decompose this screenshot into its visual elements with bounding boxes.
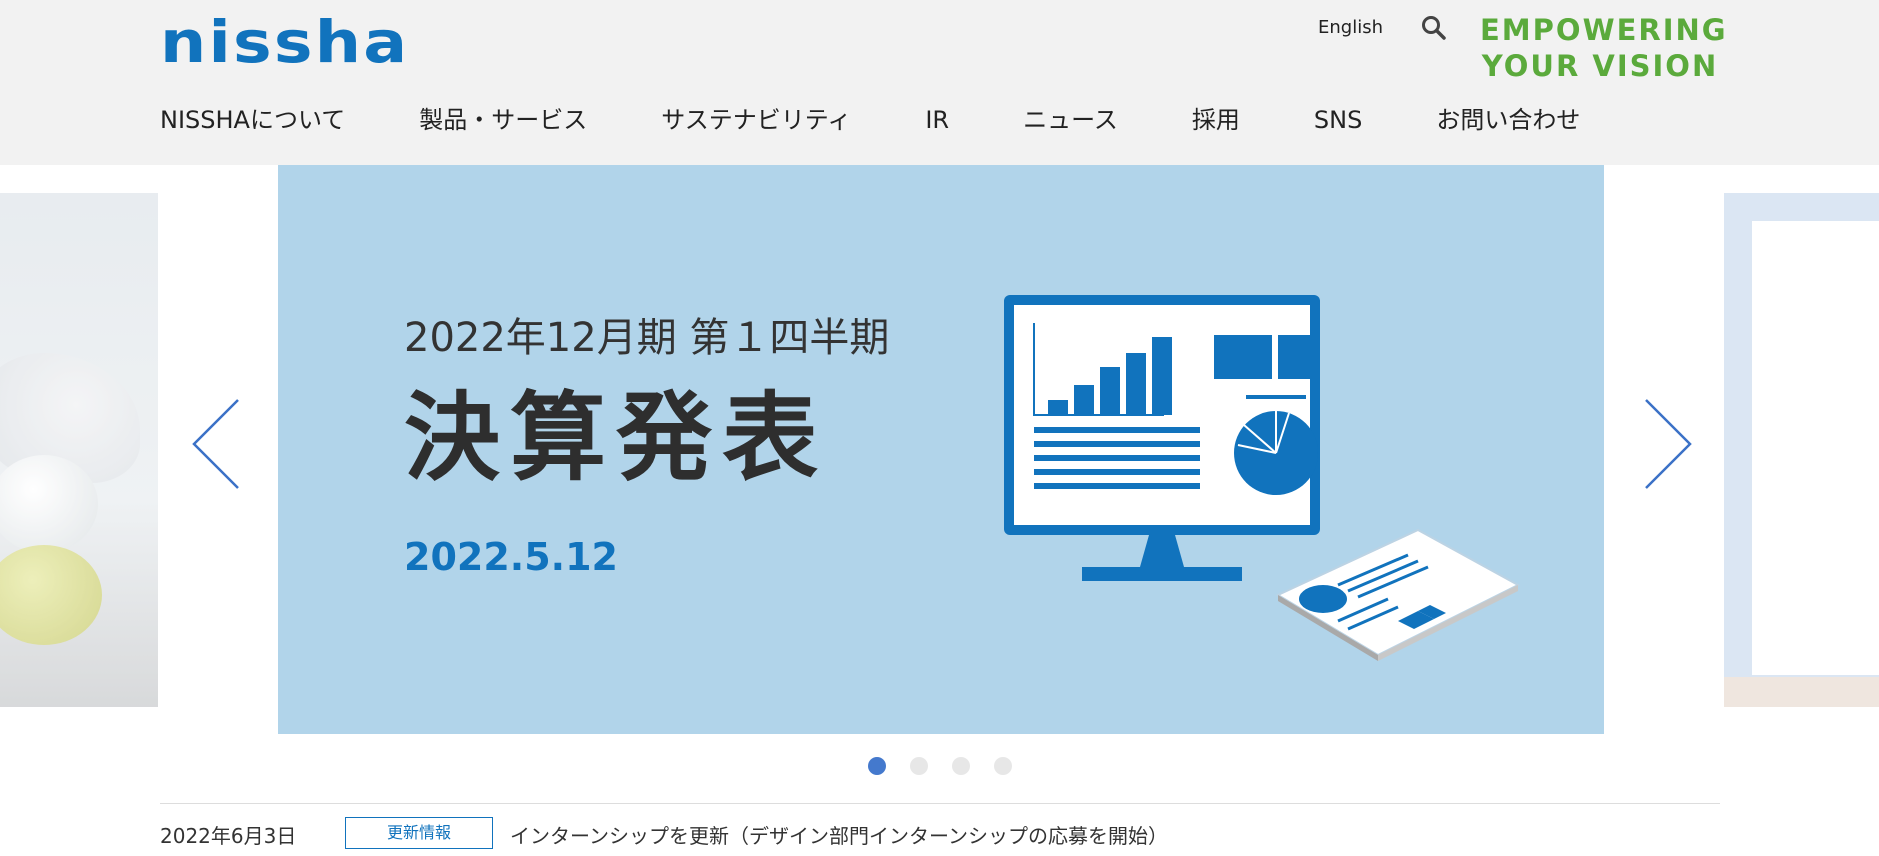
chevron-right-icon [1645,399,1692,489]
nav-item-products[interactable]: 製品・サービス [419,98,587,142]
news-category-badge[interactable]: 更新情報 [345,817,493,849]
nissha-logo[interactable]: NISSHA [160,13,409,71]
carousel-dot-3[interactable] [952,757,970,775]
news-link[interactable]: インターンシップを更新（デザイン部門インターンシップの応募を開始） [510,820,1168,849]
tagline-line1: EMPOWERING [1480,13,1728,47]
tagline-line2: YOUR VISION [1481,49,1719,83]
carousel-next-button[interactable] [1642,396,1694,492]
language-link-english[interactable]: English [1318,17,1383,38]
peek-overlay [0,193,158,707]
carousel-prev-slide-peek[interactable] [0,193,158,707]
peek-frame [1752,221,1879,675]
nav-item-about[interactable]: NISSHAについて [160,98,345,142]
carousel-active-slide[interactable]: 2022年12月期 第１四半期 決算発表 2022.5.12 [278,165,1604,734]
slide-date: 2022.5.12 [404,535,618,579]
news-item: 2022年6月3日 更新情報 インターンシップを更新（デザイン部門インターンシッ… [160,816,1720,852]
nav-item-recruit[interactable]: 採用 [1192,98,1240,142]
search-icon[interactable] [1420,14,1448,42]
nav-item-sns[interactable]: SNS [1314,98,1362,142]
slide-subtitle: 2022年12月期 第１四半期 [404,315,890,361]
peek-floor [1724,677,1879,707]
carousel-prev-button[interactable] [190,396,242,492]
carousel-next-slide-peek[interactable] [1724,193,1879,707]
nav-item-contact[interactable]: お問い合わせ [1436,98,1580,142]
report-document-illustration [1275,528,1521,661]
chevron-left-icon [192,399,239,489]
nav-item-ir[interactable]: IR [925,98,949,142]
news-date: 2022年6月3日 [160,824,297,848]
nav-item-sustainability[interactable]: サステナビリティ [661,98,851,142]
news-divider [160,803,1720,804]
site-header: NISSHA English EMPOWERING YOUR VISION NI… [0,0,1879,165]
carousel-pagination [868,757,1012,775]
slide-title: 決算発表 [404,382,828,494]
main-nav: NISSHAについて 製品・サービス サステナビリティ IR ニュース 採用 S… [160,98,1580,142]
carousel-dot-4[interactable] [994,757,1012,775]
carousel-dot-1[interactable] [868,757,886,775]
nav-item-news[interactable]: ニュース [1023,98,1118,142]
tagline: EMPOWERING YOUR VISION [1480,12,1728,84]
carousel-dot-2[interactable] [910,757,928,775]
